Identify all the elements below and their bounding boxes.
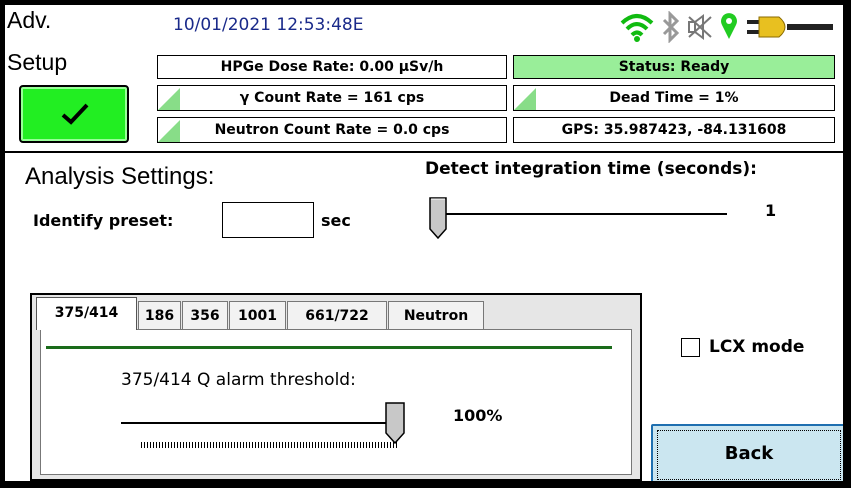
datetime: 10/01/2021 12:53:48E (173, 15, 364, 35)
threshold-label: 375/414 Q alarm threshold: (121, 370, 356, 390)
neutron-count-rate-label: Neutron Count Rate = 0.0 cps (214, 122, 450, 138)
tab-1001[interactable]: 1001 (229, 301, 286, 329)
dead-time-readout: Dead Time = 1% (513, 85, 835, 111)
integration-slider-track[interactable] (435, 213, 727, 215)
peak-tab-panel: 375/414 186 356 1001 661/722 Neutron 375… (30, 293, 642, 481)
tab-186[interactable]: 186 (138, 301, 181, 329)
integration-slider-thumb[interactable] (429, 197, 447, 239)
identify-preset-unit: sec (321, 211, 351, 230)
speaker-muted-icon (688, 14, 712, 40)
bluetooth-icon (662, 11, 680, 43)
rate-indicator-triangle (158, 88, 180, 110)
lcx-mode-checkbox[interactable] (681, 338, 700, 357)
tab-neutron[interactable]: Neutron (388, 301, 484, 329)
threshold-slider-track[interactable] (121, 422, 397, 424)
page-title-line2: Setup (7, 49, 68, 75)
page-title-line1: Adv. (7, 7, 52, 33)
analysis-settings-heading: Analysis Settings: (25, 163, 215, 190)
tab-375-414[interactable]: 375/414 (36, 297, 137, 330)
hpge-dose-rate-readout: HPGe Dose Rate: 0.00 μSv/h (157, 55, 507, 79)
wifi-icon (620, 14, 654, 42)
gamma-count-rate-label: γ Count Rate = 161 cps (239, 90, 425, 106)
tab-661-722[interactable]: 661/722 (287, 301, 387, 329)
back-button-focus-ring (657, 430, 841, 480)
threshold-value: 100% (453, 406, 503, 425)
power-plug-icon (747, 16, 833, 38)
threshold-slider-thumb[interactable] (385, 402, 405, 444)
location-pin-icon (721, 13, 737, 39)
status-badge: Status: Ready (513, 55, 835, 79)
tab-356[interactable]: 356 (182, 301, 228, 329)
identify-preset-input[interactable] (222, 202, 314, 238)
neutron-rate-indicator-triangle (158, 120, 180, 142)
gamma-count-rate-readout: γ Count Rate = 161 cps (157, 85, 507, 111)
integration-time-value: 1 (765, 201, 777, 220)
back-button[interactable]: Back (651, 424, 843, 481)
dead-time-indicator-triangle (514, 88, 536, 110)
neutron-count-rate-readout: Neutron Count Rate = 0.0 cps (157, 117, 507, 143)
tab-content: 375/414 Q alarm threshold: 100% (40, 329, 632, 475)
threshold-slider-ticks (141, 442, 398, 448)
identify-preset-label: Identify preset: (33, 211, 174, 230)
lcx-mode-label: LCX mode (709, 337, 805, 357)
integration-time-label: Detect integration time (seconds): (425, 159, 757, 179)
gps-readout: GPS: 35.987423, -84.131608 (513, 117, 835, 143)
confirm-button[interactable] (19, 85, 129, 143)
checkmark-icon (61, 103, 89, 125)
dead-time-label: Dead Time = 1% (609, 90, 739, 106)
header-divider (5, 151, 843, 153)
screen: Adv. Setup 10/01/2021 12:53:48E HPGe Dos… (5, 5, 843, 481)
tab-content-divider (46, 346, 612, 349)
